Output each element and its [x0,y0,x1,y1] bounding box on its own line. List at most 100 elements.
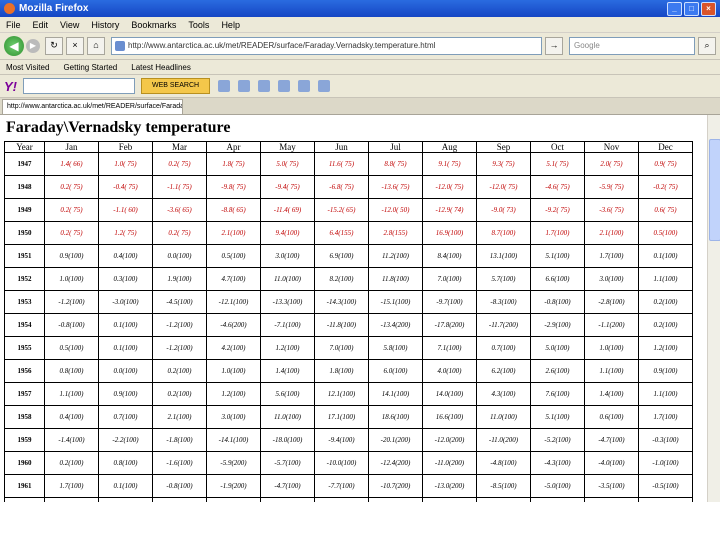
toolbar-tool-icon[interactable] [218,80,231,92]
menu-bookmarks[interactable]: Bookmarks [131,20,176,30]
temperature-cell: 14.0(100) [422,382,477,406]
bookmark-icon[interactable] [278,80,291,92]
menu-history[interactable]: History [91,20,119,30]
temperature-cell: 2.8(155) [368,221,423,245]
go-icon[interactable]: → [545,37,563,55]
temperature-cell: -14.1(100) [206,428,261,452]
temperature-cell: 1.2(100) [638,336,693,360]
yahoo-web-search-button[interactable]: WEB SEARCH [141,78,211,94]
temperature-cell: -5.9(200) [206,451,261,475]
search-input[interactable]: Google [569,37,695,55]
temperature-cell: 1.0( 75) [98,152,153,176]
temperature-cell: -10.7(200) [368,474,423,498]
bookmark-most-visited[interactable]: Most Visited [6,63,49,72]
temperature-cell: 4.3(100) [476,382,531,406]
back-button[interactable]: ◀ [4,36,24,56]
column-header: Apr [206,141,261,153]
scrollbar-thumb[interactable] [709,139,720,241]
page-content: Faraday\Vernadsky temperature Year Jan Feb… [0,115,720,502]
temperature-cell: -6.8( 75) [314,175,369,199]
temperature-cell: 12.1(100) [314,382,369,406]
temperature-cell: -0.6(100) [638,497,693,502]
menu-help[interactable]: Help [221,20,240,30]
temperature-cell: -17.8(200) [422,313,477,337]
temperature-cell: -9.4( 75) [260,175,315,199]
temperature-cell: 5.8(100) [368,336,423,360]
forward-button[interactable]: ▶ [26,39,40,53]
temperature-cell: 0.2( 75) [152,221,207,245]
tab-temperature-page[interactable]: http://www.antarctica.ac.uk/met/READER/s… [2,99,183,114]
year-cell: 1959 [4,428,45,452]
menu-view[interactable]: View [60,20,79,30]
temperature-cell: -15.1(100) [368,290,423,314]
games-icon[interactable] [318,80,331,92]
temperature-cell: 7.0(100) [422,267,477,291]
temperature-cell: -9.2( 75) [530,198,585,222]
temperature-cell: -12.1(100) [206,290,261,314]
temperature-cell: -0.4(100) [98,497,153,502]
temperature-cell: -4.0(100) [260,497,315,502]
temperature-cell: 8.7(100) [476,221,531,245]
minimize-button[interactable]: _ [667,1,682,16]
temperature-cell: 0.2( 75) [44,175,99,199]
temperature-cell: 11.2(100) [368,244,423,268]
bookmark-latest-headlines[interactable]: Latest Headlines [131,63,191,72]
vertical-scrollbar[interactable] [707,115,720,502]
temperature-cell: 5.1( 75) [530,152,585,176]
search-icon[interactable]: ⌕ [698,37,716,55]
yahoo-search-input[interactable] [23,78,135,94]
home-icon[interactable]: ⌂ [87,37,105,55]
temperature-cell: -0.3(100) [638,428,693,452]
temperature-cell: 3.0(100) [584,267,639,291]
year-cell: 1953 [4,290,45,314]
temperature-cell: 2.1(100) [152,405,207,429]
news-icon[interactable] [258,80,271,92]
stop-icon[interactable]: × [66,37,84,55]
reload-icon[interactable]: ↻ [45,37,63,55]
temperature-cell: -18.0(100) [260,428,315,452]
temperature-cell: -3.6( 65) [152,198,207,222]
temperature-cell: -0.8(100) [152,474,207,498]
bookmark-getting-started[interactable]: Getting Started [63,63,117,72]
temperature-cell: 1.7(100) [638,405,693,429]
temperature-cell: -13.6( 75) [368,175,423,199]
mail-icon[interactable] [238,80,251,92]
temperature-cell: -11.0(200) [422,451,477,475]
temperature-cell: 1.7(100) [44,474,99,498]
temperature-cell: -12.0( 75) [422,175,477,199]
temperature-cell: 6.2(100) [476,359,531,383]
year-cell: 1949 [4,198,45,222]
url-input[interactable]: http://www.antarctica.ac.uk/met/READER/s… [111,37,542,55]
temperature-cell: 0.3(100) [98,267,153,291]
temperature-cell: -14.3(100) [314,290,369,314]
menu-edit[interactable]: Edit [33,20,49,30]
temperature-cell: 5.6(100) [260,382,315,406]
column-header: Sep [476,141,531,153]
menu-file[interactable]: File [6,20,21,30]
close-window-button[interactable]: × [701,1,716,16]
answers-icon[interactable] [298,80,311,92]
temperature-cell: -5.6(100) [314,497,369,502]
temperature-cell: 4.0(100) [422,359,477,383]
maximize-button[interactable]: □ [684,1,699,16]
temperature-cell: -12.0( 50) [368,198,423,222]
temperature-cell: 1.8( 75) [206,152,261,176]
column-header: Aug [422,141,477,153]
temperature-cell: 1.7(100) [530,221,585,245]
temperature-cell: -2.9(100) [530,313,585,337]
table-row: 1961 1.7(100) 0.1(100) -0.8(100) -1.9(200) -4… [4,474,693,498]
temperature-cell: -9.8( 75) [206,175,261,199]
temperature-cell: 0.2( 75) [44,198,99,222]
temperature-cell: 0.2( 75) [152,152,207,176]
temperature-cell: -1.0(100) [638,451,693,475]
temperature-cell: -1.6(100) [152,451,207,475]
temperature-cell: -2.8(100) [584,290,639,314]
temperature-cell: -8.3(100) [476,290,531,314]
temperature-cell: 0.5(100) [206,244,261,268]
table-row: 1957 1.1(100) 0.9(100) 0.2(100) 1.2(100) 5.6(… [4,382,693,406]
year-cell: 1955 [4,336,45,360]
temperature-cell: 1.4(100) [584,382,639,406]
temperature-cell: 1.1(100) [584,359,639,383]
yahoo-logo[interactable]: Y! [4,79,17,94]
menu-tools[interactable]: Tools [188,20,209,30]
